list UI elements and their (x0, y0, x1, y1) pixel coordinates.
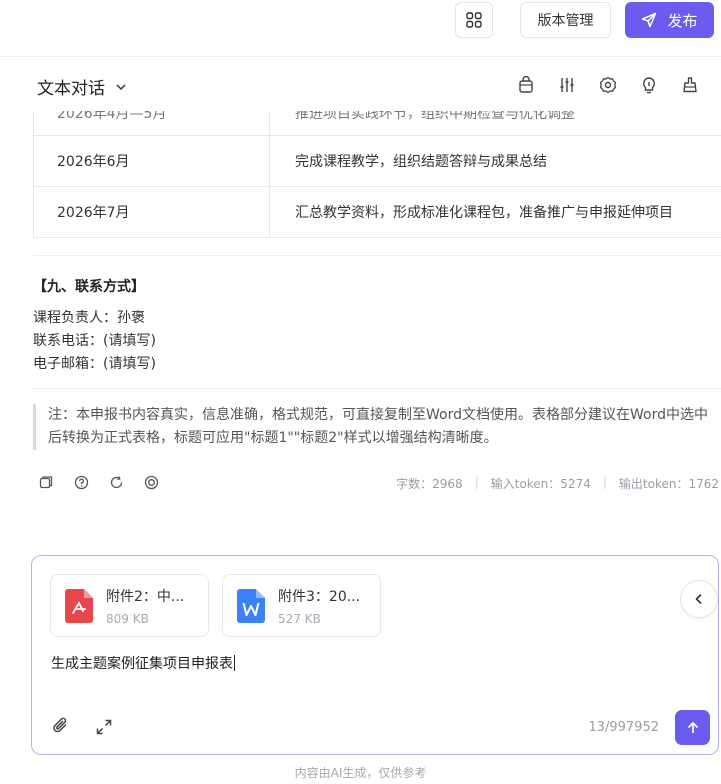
prompt-input[interactable]: 生成主题案例征集项目申报表 (51, 653, 235, 673)
copy-icon[interactable] (38, 474, 54, 490)
grid-icon (466, 12, 482, 28)
word-count: 字数：2968 (396, 477, 463, 491)
attachment-card[interactable]: 附件2：中... 809 KB (50, 574, 209, 637)
sliders-icon[interactable] (557, 75, 576, 94)
table-cell-date: 2026年7月 (34, 187, 270, 237)
table-cell-task: 推进项目实践环节，组织中期检查与优化调整 (295, 111, 575, 122)
version-management-button[interactable]: 版本管理 (520, 2, 611, 38)
attachment-name: 附件2：中... (106, 589, 185, 605)
target-icon[interactable] (143, 474, 159, 490)
note-blockquote: 注：本申报书内容真实，信息准确，格式规范，可直接复制至Word文档使用。表格部分… (33, 404, 719, 450)
attachment-size: 809 KB (106, 612, 149, 626)
contact-section-title: 【九、联系方式】 (33, 279, 145, 295)
table-row: 2026年6月 完成课程教学，组织结题答辩与成果总结 (34, 136, 721, 187)
table-row: 2026年7月 汇总教学资料，形成标准化课程包，准备推广与申报延伸项目 (34, 187, 721, 238)
chevron-left-icon (695, 593, 702, 605)
version-management-label: 版本管理 (537, 13, 594, 29)
publish-button[interactable]: 发布 (625, 2, 714, 38)
chat-input-panel: 附件2：中... 809 KB 附件3：20... 527 KB 生成主题案例征… (31, 555, 719, 755)
attachment-card[interactable]: 附件3：20... 527 KB (222, 574, 381, 637)
stats-separator: | (474, 475, 479, 489)
chat-mode-selector[interactable]: 文本对话 (37, 74, 127, 99)
chevron-down-icon (116, 83, 126, 90)
table-cell-date: 2026年6月 (34, 136, 270, 186)
expand-icon[interactable] (95, 718, 113, 736)
divider (33, 388, 721, 389)
contact-email: 电子邮箱：(请填写) (33, 356, 156, 372)
gear-icon[interactable] (598, 75, 617, 94)
output-token-count: 输出token：1762 (618, 477, 719, 491)
prompt-text: 生成主题案例征集项目申报表 (51, 656, 233, 672)
contact-phone: 联系电话：(请填写) (33, 333, 156, 349)
token-stats: 字数：2968 | 输入token：5274 | 输出token：1762 (396, 475, 719, 492)
send-icon (642, 12, 657, 28)
contact-lead: 课程负责人：孙褒 (33, 310, 145, 326)
message-actions (38, 474, 159, 490)
table-cell-date: 2026年4月—5月 (34, 111, 270, 135)
grid-menu-button[interactable] (455, 2, 493, 38)
divider (33, 255, 721, 256)
clean-icon[interactable] (680, 75, 699, 94)
table-row: 2026年4月—5月 推进项目实践环节，组织中期检查与优化调整 (34, 111, 721, 136)
help-icon[interactable] (73, 474, 89, 490)
table-cell-task: 汇总教学资料，形成标准化课程包，准备推广与申报延伸项目 (295, 205, 673, 221)
attachment-name: 附件3：20... (278, 589, 361, 605)
publish-label: 发布 (667, 11, 698, 30)
input-token-count: 输入token：5274 (490, 477, 591, 491)
character-counter: 13/997952 (588, 720, 659, 735)
stats-separator: | (602, 475, 607, 489)
collapse-button[interactable] (680, 580, 718, 618)
arrow-up-icon (687, 721, 698, 733)
chat-title: 文本对话 (37, 79, 105, 99)
chat-header: 文本对话 (0, 57, 721, 111)
paperclip-icon[interactable] (51, 716, 71, 736)
chat-message-area: 2026年4月—5月 推进项目实践环节，组织中期检查与优化调整 2026年6月 … (0, 111, 721, 551)
ai-disclaimer: 内容由AI生成，仅供参考 (294, 766, 427, 780)
word-file-icon (237, 589, 265, 623)
schedule-table: 2026年4月—5月 推进项目实践环节，组织中期检查与优化调整 2026年6月 … (33, 111, 721, 238)
pdf-file-icon (65, 589, 93, 623)
bulb-icon[interactable] (639, 75, 658, 94)
send-button[interactable] (675, 710, 710, 745)
text-caret (234, 655, 235, 671)
top-bar: 版本管理 发布 (0, 0, 721, 57)
refresh-icon[interactable] (108, 474, 124, 490)
attachment-size: 527 KB (278, 612, 321, 626)
bag-icon[interactable] (516, 75, 535, 94)
table-cell-task: 完成课程教学，组织结题答辩与成果总结 (295, 154, 547, 170)
